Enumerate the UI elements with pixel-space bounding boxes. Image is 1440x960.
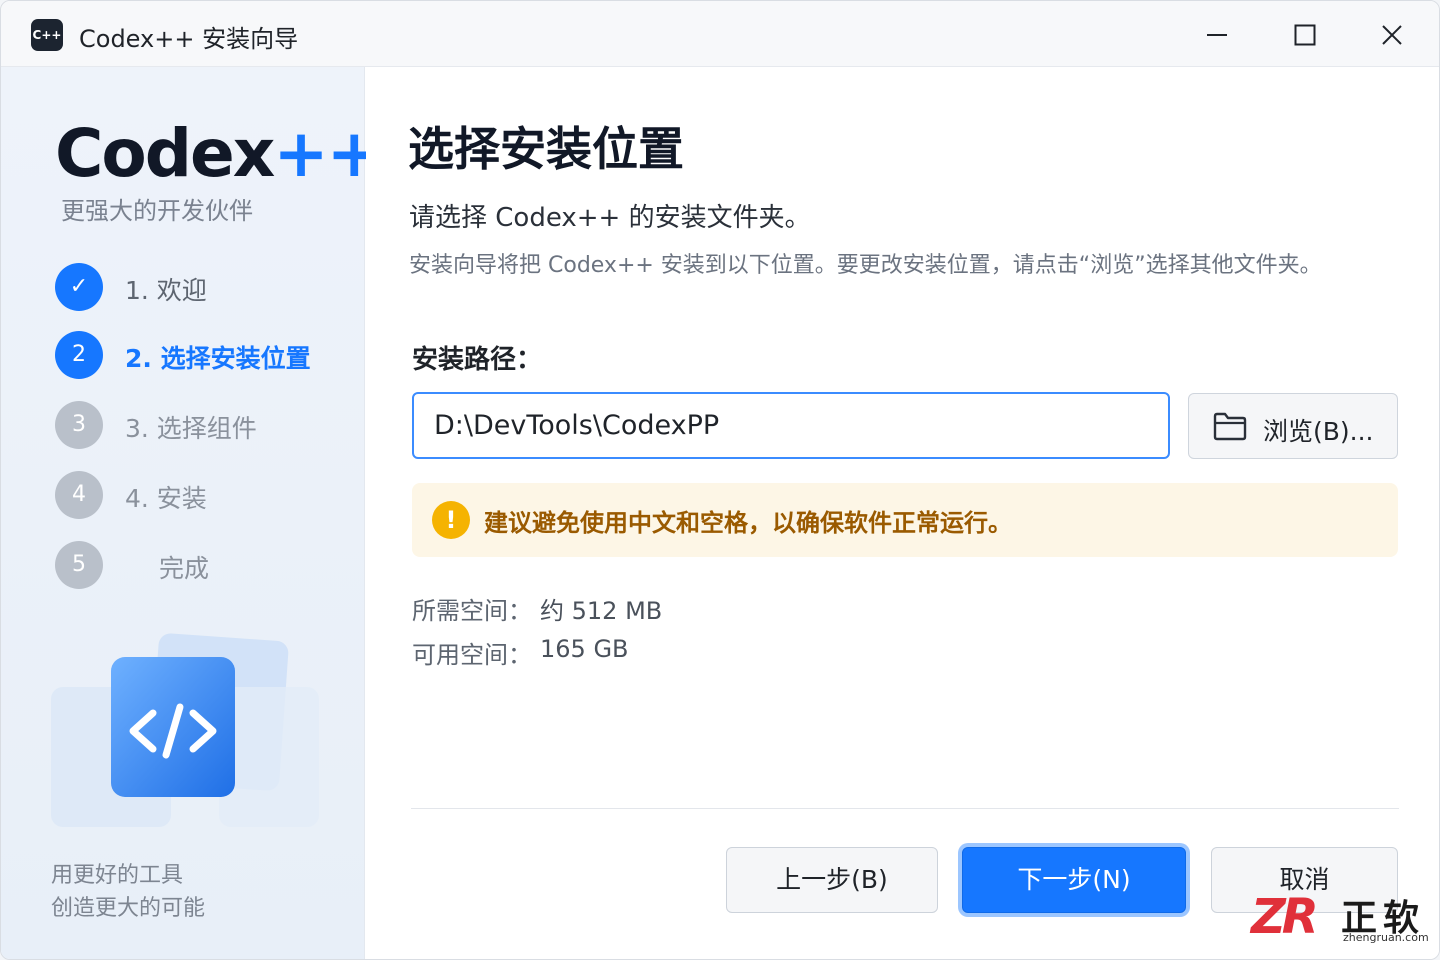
step-number: 3 [55, 401, 103, 449]
maximize-button[interactable] [1283, 15, 1327, 55]
close-button[interactable] [1370, 15, 1414, 55]
step-number: 5 [55, 541, 103, 589]
page-title: 选择安装位置 [408, 122, 684, 176]
required-space: 所需空间： 约 512 MB [412, 591, 662, 626]
footer-divider [411, 808, 1399, 809]
step-label: 完成 [159, 554, 210, 583]
warning-banner: ! 建议避免使用中文和空格，以确保软件正常运行。 [412, 483, 1398, 557]
check-icon: ✓ [55, 263, 103, 311]
brand-suffix: ++ [273, 115, 382, 192]
step-number: 2 [55, 331, 103, 379]
warning-text: 建议避免使用中文和空格，以确保软件正常运行。 [484, 509, 1012, 537]
required-space-label: 所需空间： [412, 597, 532, 625]
title-bar[interactable]: C++ Codex++ 安装向导 [1, 1, 1439, 67]
install-path-input[interactable] [412, 392, 1170, 459]
installer-window: C++ Codex++ 安装向导 Codex++ 更强大的开发伙伴 ✓ 1. 欢… [0, 0, 1440, 960]
step-components: 3 3. 选择组件 [55, 401, 355, 451]
step-install: 4 4. 安装 [55, 471, 355, 521]
step-install-location: 2 2. 选择安装位置 [55, 331, 355, 381]
warning-icon: ! [432, 501, 470, 539]
required-space-value: 约 512 MB [540, 597, 663, 625]
page-subtitle: 请选择 Codex++ 的安装文件夹。 [409, 203, 811, 233]
minimize-icon [1207, 34, 1227, 36]
slogan-line-1: 用更好的工具 [51, 863, 184, 888]
step-welcome: ✓ 1. 欢迎 [55, 263, 355, 313]
folder-icon [1213, 412, 1247, 441]
code-illustration-icon [51, 633, 319, 827]
watermark-domain: zhengruan.com [1343, 931, 1429, 944]
step-label: 2. 选择安装位置 [125, 344, 311, 373]
install-path-label: 安装路径： [412, 345, 543, 375]
minimize-button[interactable] [1195, 15, 1239, 55]
close-icon [1382, 25, 1402, 45]
slogan-line-2: 创造更大的可能 [51, 896, 206, 921]
step-finish: 5 完成 [55, 541, 355, 591]
step-label: 3. 选择组件 [125, 414, 257, 443]
window-title: Codex++ 安装向导 [79, 25, 299, 53]
available-space: 可用空间： 165 GB [412, 635, 629, 670]
step-number: 4 [55, 471, 103, 519]
browse-button[interactable]: 浏览(B)... [1188, 393, 1398, 459]
back-button[interactable]: 上一步(B) [726, 847, 938, 913]
watermark-logo: ZR 正软 zhengruan.com [1251, 889, 1431, 949]
step-label: 4. 安装 [125, 484, 207, 513]
available-space-label: 可用空间： [412, 641, 532, 669]
brand-name: Codex [55, 115, 275, 192]
watermark-mark: ZR [1251, 889, 1319, 945]
available-space-value: 165 GB [540, 635, 629, 663]
brand-logo: Codex++ [55, 115, 382, 192]
maximize-icon [1294, 24, 1316, 46]
app-icon: C++ [31, 19, 63, 51]
page-description: 安装向导将把 Codex++ 安装到以下位置。要更改安装位置，请点击“浏览”选择… [409, 253, 1322, 278]
brand-tagline: 更强大的开发伙伴 [61, 197, 253, 225]
step-label: 1. 欢迎 [125, 276, 207, 305]
wizard-sidebar: Codex++ 更强大的开发伙伴 ✓ 1. 欢迎 2 2. 选择安装位置 3 3… [1, 67, 382, 959]
wizard-content: 选择安装位置 请选择 Codex++ 的安装文件夹。 安装向导将把 Codex+… [366, 67, 1439, 959]
browse-label: 浏览(B)... [1263, 417, 1374, 446]
next-button[interactable]: 下一步(N) [962, 847, 1186, 913]
